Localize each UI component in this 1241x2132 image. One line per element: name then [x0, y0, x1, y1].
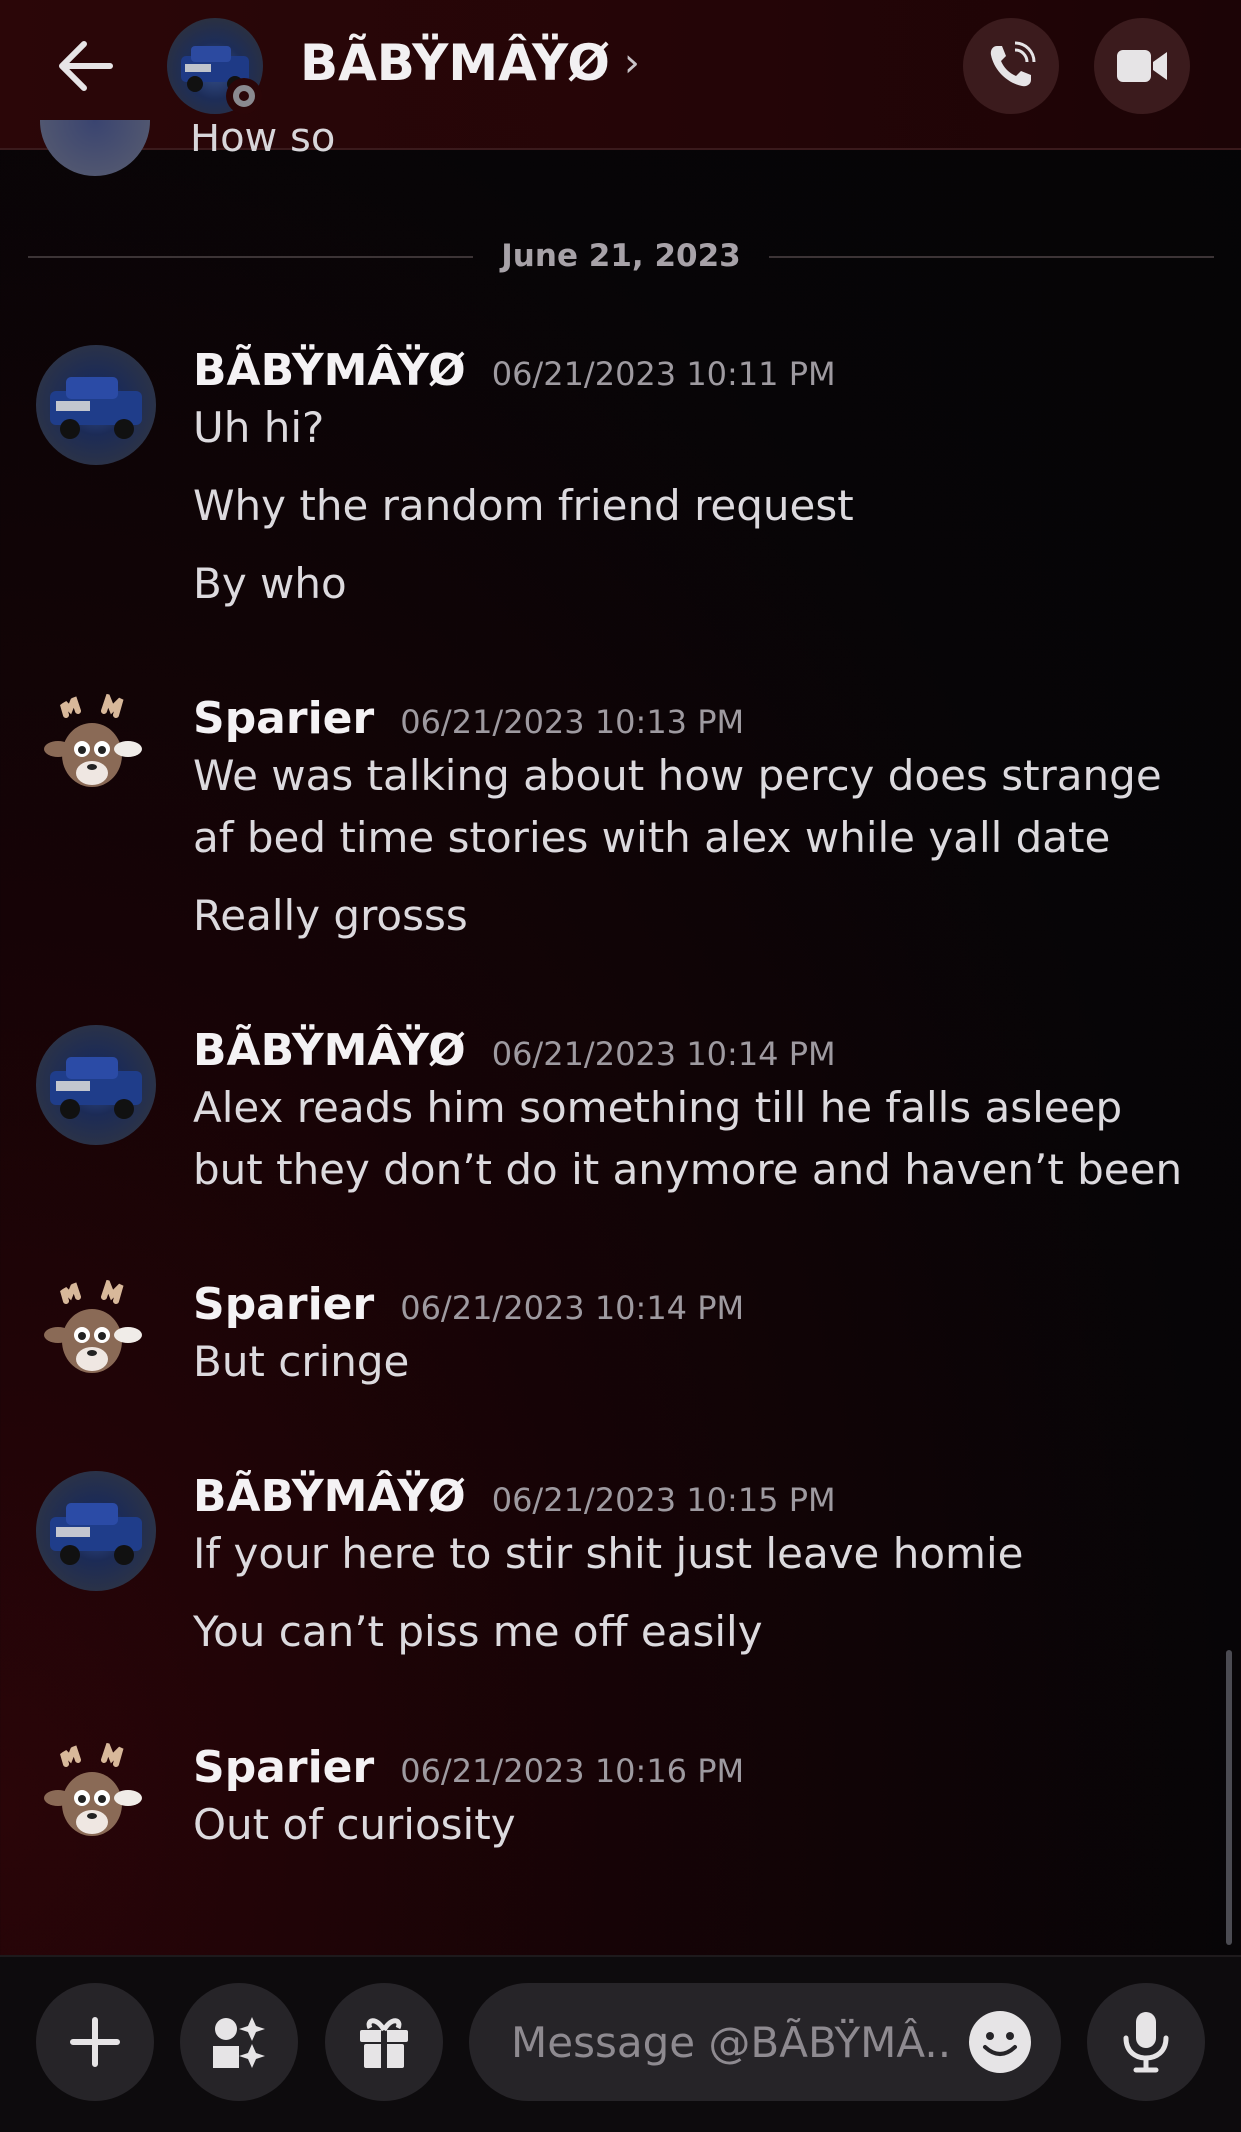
deer-character-image — [44, 1279, 142, 1373]
status-indicator — [226, 78, 262, 114]
author-avatar[interactable] — [36, 1025, 156, 1145]
plus-icon — [70, 2017, 120, 2067]
voice-call-button[interactable] — [963, 18, 1059, 114]
gift-button[interactable] — [325, 1983, 443, 2101]
message-timestamp: 06/21/2023 10:16 PM — [400, 1752, 745, 1790]
author-avatar[interactable] — [36, 693, 156, 813]
message-text[interactable]: You can’t piss me off easily — [193, 1601, 1193, 1663]
voice-message-button[interactable] — [1087, 1983, 1205, 2101]
message-text[interactable]: But cringe — [193, 1331, 1193, 1393]
message-text[interactable]: We was talking about how percy does stra… — [193, 745, 1193, 869]
chevron-right-icon: › — [623, 40, 640, 86]
message-text[interactable]: Alex reads him something till he falls a… — [193, 1077, 1193, 1201]
author-avatar[interactable] — [36, 1279, 156, 1399]
previous-message-avatar — [40, 120, 150, 176]
gift-icon — [360, 2018, 408, 2068]
emoji-button[interactable] — [967, 2009, 1033, 2075]
author-name[interactable]: BÃBŸMÂŸØ — [193, 345, 466, 396]
phone-icon — [990, 41, 1036, 87]
recipient-name-text: BÃBŸMÂŸØ — [300, 34, 610, 92]
deer-character-image — [44, 693, 142, 787]
arrow-left-icon — [59, 41, 113, 91]
emoji-icon — [969, 2011, 1031, 2073]
author-name[interactable]: Sparier — [193, 1742, 374, 1793]
message-text[interactable]: Uh hi? — [193, 397, 1193, 459]
video-camera-icon — [1117, 50, 1167, 82]
back-button[interactable] — [52, 34, 116, 98]
author-avatar[interactable] — [36, 1742, 156, 1862]
attach-button[interactable] — [36, 1983, 154, 2101]
scrollbar[interactable] — [1226, 1650, 1232, 1945]
deer-character-image — [44, 1742, 142, 1836]
apps-button[interactable] — [180, 1983, 298, 2101]
chat-header: BÃBŸMÂŸØ › — [0, 0, 1241, 150]
apps-icon — [213, 2017, 265, 2068]
author-name[interactable]: BÃBŸMÂŸØ — [193, 1025, 466, 1076]
message-text[interactable]: Why the random friend request — [193, 475, 1193, 537]
message-composer — [0, 1955, 1241, 2132]
message-timestamp: 06/21/2023 10:14 PM — [491, 1035, 836, 1073]
message-timestamp: 06/21/2023 10:14 PM — [400, 1289, 745, 1327]
microphone-icon — [1123, 2012, 1169, 2073]
recipient-name[interactable]: BÃBŸMÂŸØ › — [300, 34, 640, 92]
message-text[interactable]: By who — [193, 553, 1193, 615]
message-timestamp: 06/21/2023 10:13 PM — [400, 703, 745, 741]
message-text[interactable]: If your here to stir shit just leave hom… — [193, 1523, 1193, 1585]
date-divider-label: June 21, 2023 — [501, 237, 741, 274]
author-name[interactable]: Sparier — [193, 1279, 374, 1330]
previous-message-text: How so — [190, 124, 336, 152]
message-text[interactable]: Really grosss — [193, 885, 1193, 947]
author-name[interactable]: BÃBŸMÂŸØ — [193, 1471, 466, 1522]
message-timestamp: 06/21/2023 10:11 PM — [491, 355, 836, 393]
author-avatar[interactable] — [36, 1471, 156, 1591]
message-text[interactable]: Out of curiosity — [193, 1794, 1193, 1856]
message-input-wrapper[interactable] — [469, 1983, 1061, 2101]
author-name[interactable]: Sparier — [193, 693, 374, 744]
date-divider: June 21, 2023 — [28, 238, 1215, 274]
message-timestamp: 06/21/2023 10:15 PM — [491, 1481, 836, 1519]
video-call-button[interactable] — [1094, 18, 1190, 114]
message-input[interactable] — [509, 2016, 953, 2068]
author-avatar[interactable] — [36, 345, 156, 465]
